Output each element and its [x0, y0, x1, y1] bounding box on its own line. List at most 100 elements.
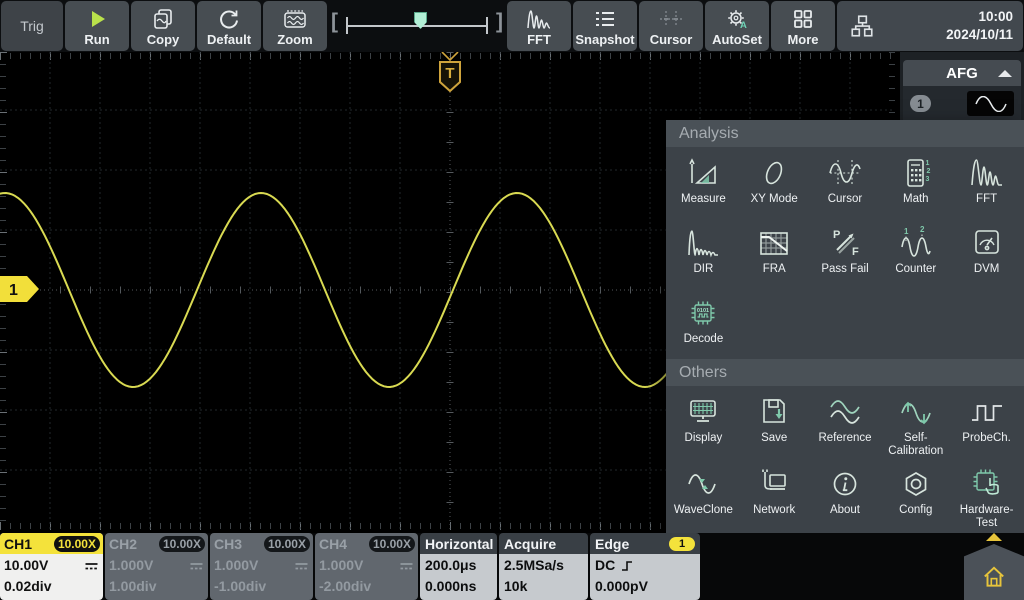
dc-coupling-icon [85, 562, 98, 569]
probe-check-icon [971, 405, 1002, 421]
reference-icon [830, 400, 860, 424]
afg-header[interactable]: AFG [903, 60, 1021, 86]
acquire-tile[interactable]: Acquire 2.5MSa/s 10k [499, 533, 588, 600]
menu-item-measure[interactable]: Measure [668, 155, 739, 217]
about-label: About [829, 503, 861, 516]
expand-up-icon[interactable] [986, 533, 1002, 541]
decode-icon: 0101 [691, 301, 715, 325]
menu-item-self-calibration[interactable]: Self-Calibration [880, 394, 951, 458]
network-menu-icon [762, 469, 786, 490]
channel1-tile[interactable]: CH1 10.00X 10.00V 0.02div [0, 533, 103, 600]
copy-button[interactable]: Copy [131, 1, 195, 51]
zoom-button[interactable]: Zoom [263, 1, 327, 51]
ch1-scale: 10.00V [4, 557, 49, 573]
ch2-position: 1.00div [109, 578, 157, 594]
horizontal-position-slider[interactable]: [ ] [328, 0, 506, 52]
cursor-button[interactable]: Cursor [639, 1, 703, 51]
svg-text:F: F [852, 246, 859, 258]
ch2-probe-badge: 10.00X [158, 535, 205, 552]
ch3-probe-badge: 10.00X [263, 535, 310, 552]
horizontal-tile[interactable]: Horizontal 200.0μs 0.000ns [420, 533, 497, 600]
more-button[interactable]: More [771, 1, 835, 51]
run-button[interactable]: Run [65, 1, 129, 51]
others-title: Others [679, 363, 728, 381]
channel1-position-flag[interactable]: 1 [0, 276, 40, 302]
channel1-flag-number: 1 [9, 282, 18, 299]
menu-item-config[interactable]: Config [880, 466, 951, 530]
menu-item-math[interactable]: 123 Math [880, 155, 951, 217]
ch4-scale: 1.000V [319, 557, 364, 573]
display-label: Display [684, 432, 723, 444]
cursor-icon [660, 11, 682, 27]
menu-item-counter[interactable]: 12 Counter [880, 225, 951, 287]
dc-coupling-icon [190, 562, 203, 569]
bottom-status-bar: CH1 10.00X 10.00V 0.02div CH2 10.00X 1.0… [0, 533, 1024, 600]
dc-coupling-icon [400, 562, 413, 569]
home-icon [984, 566, 1004, 587]
ch1-name: CH1 [4, 535, 33, 552]
menu-item-network[interactable]: Network [739, 466, 810, 530]
ch3-scale: 1.000V [214, 557, 259, 573]
sine-wave-icon [974, 95, 1007, 112]
display-icon [690, 400, 717, 422]
menu-item-fra[interactable]: FRA [739, 225, 810, 287]
menu-item-pass-fail[interactable]: P F Pass Fail [810, 225, 881, 287]
waveclone-icon [688, 473, 717, 494]
trigger-coupling: DC [595, 557, 616, 573]
zoom-label: Zoom [277, 32, 313, 47]
more-grid-icon [794, 10, 812, 28]
svg-text:2: 2 [920, 225, 925, 234]
autoset-label: AutoSet [712, 32, 762, 47]
cursor-menu-label: Cursor [827, 193, 863, 205]
menu-item-xy-mode[interactable]: XY Mode [739, 155, 810, 217]
menu-item-decode[interactable]: 0101 Decode [668, 295, 739, 357]
trigger-source-badge: 1 [669, 536, 695, 551]
ch2-name: CH2 [109, 535, 138, 552]
fft-icon [527, 10, 551, 29]
rising-edge-icon [622, 560, 633, 571]
menu-item-cursor[interactable]: Cursor [810, 155, 881, 217]
counter-label: Counter [895, 263, 937, 275]
xy-mode-label: XY Mode [750, 193, 798, 205]
clock-network-tile[interactable]: 10:00 2024/10/11 [837, 1, 1023, 51]
dir-icon [688, 230, 719, 258]
channel2-tile[interactable]: CH2 10.00X 1.000V 1.00div [105, 533, 208, 600]
menu-item-hardware-test[interactable]: Hardware-Test [951, 466, 1022, 530]
trigger-tile[interactable]: Edge 1 DC 0.000pV [590, 533, 700, 600]
slider-track[interactable] [346, 25, 488, 27]
default-button[interactable]: Default [197, 1, 261, 51]
fft-label: FFT [527, 32, 551, 47]
fra-icon [760, 232, 788, 255]
ch4-probe-badge: 10.00X [368, 535, 415, 552]
reference-label: Reference [818, 432, 872, 444]
channel3-tile[interactable]: CH3 10.00X 1.000V -1.00div [210, 533, 313, 600]
menu-item-waveclone[interactable]: WaveClone [668, 466, 739, 530]
menu-item-dvm[interactable]: DVM [951, 225, 1022, 287]
autoset-button[interactable]: A AutoSet [705, 1, 769, 51]
menu-item-probech[interactable]: ProbeCh. [951, 394, 1022, 458]
cursor-top-label: Cursor [649, 32, 693, 47]
math-icon: 123 [906, 159, 930, 187]
top-toolbar: Trig Run Copy Default Zoom [ ] FFT Snaps… [0, 0, 1024, 52]
run-label: Run [84, 32, 110, 47]
menu-item-display[interactable]: Display [668, 394, 739, 458]
menu-item-reference[interactable]: Reference [810, 394, 881, 458]
trigger-flag[interactable]: T [438, 60, 462, 93]
menu-item-fft[interactable]: FFT [951, 155, 1022, 217]
horizontal-title: Horizontal [425, 535, 494, 552]
svg-text:2: 2 [926, 168, 930, 175]
menu-item-dir[interactable]: DIR [668, 225, 739, 287]
self-calibration-icon [900, 401, 931, 425]
dc-coupling-icon [295, 562, 308, 569]
menu-item-about[interactable]: About [810, 466, 881, 530]
snapshot-button[interactable]: Snapshot [573, 1, 637, 51]
fft-button[interactable]: FFT [507, 1, 571, 51]
svg-text:0101: 0101 [697, 308, 709, 314]
clock-date: 2024/10/11 [946, 27, 1013, 42]
trig-status-label: Trig [1, 1, 63, 51]
afg-waveform-select[interactable] [967, 91, 1014, 116]
default-reset-icon [220, 10, 238, 29]
menu-item-save[interactable]: Save [739, 394, 810, 458]
channel4-tile[interactable]: CH4 10.00X 1.000V -2.00div [315, 533, 418, 600]
network-status-icon [851, 15, 873, 37]
